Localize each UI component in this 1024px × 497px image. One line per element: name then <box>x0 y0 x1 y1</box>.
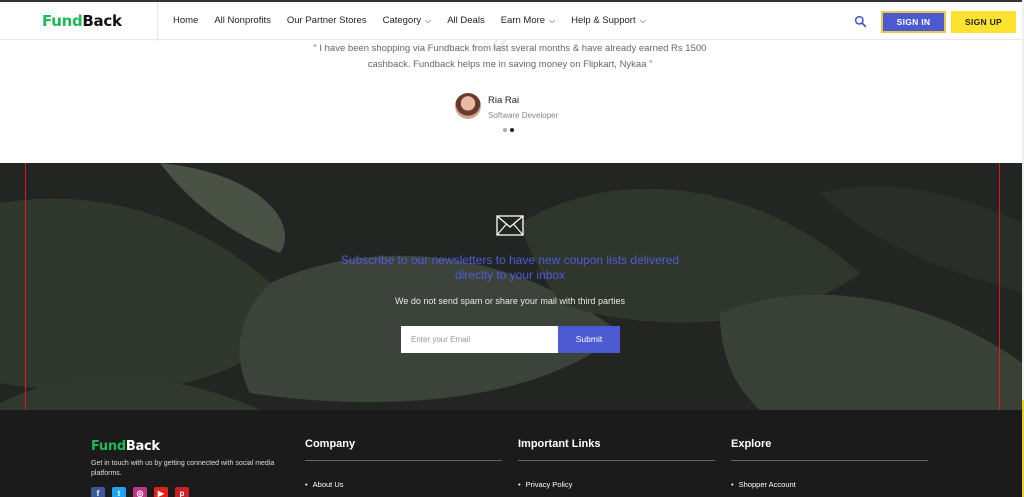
nav-all-nonprofits-label: All Nonprofits <box>214 15 271 26</box>
footer-col-explore-title: Explore <box>731 438 772 450</box>
avatar <box>455 93 481 119</box>
newsletter-subtitle: We do not send spam or share your mail w… <box>395 296 625 306</box>
sign-in-button[interactable]: SIGN IN <box>881 11 946 33</box>
footer-col-company-title: Company <box>305 438 356 450</box>
carousel-dot-1[interactable] <box>503 128 507 132</box>
logo-part-fund: Fund <box>42 12 83 30</box>
envelope-icon <box>496 215 524 236</box>
chevron-down-icon: ⌵ <box>425 16 432 25</box>
facebook-icon[interactable]: f <box>91 487 105 497</box>
submit-button[interactable]: Submit <box>558 326 620 353</box>
nav-partner-stores[interactable]: Our Partner Stores <box>287 15 367 26</box>
footer-link-about-us[interactable]: About Us <box>305 480 344 489</box>
chevron-down-icon: ⌵ <box>639 16 646 25</box>
instagram-icon[interactable]: ◎ <box>133 487 147 497</box>
newsletter-section: Subscribe to our newsletters to have new… <box>0 163 1022 410</box>
footer-link-privacy-policy[interactable]: Privacy Policy <box>518 480 573 489</box>
leaves-background-image <box>0 163 1022 410</box>
author-role: Software Developer <box>488 111 559 120</box>
site-header: FundBack Home All Nonprofits Our Partner… <box>0 0 1022 42</box>
footer-logo-part-back: Back <box>125 439 160 454</box>
footer-logo-part-fund: Fund <box>91 439 126 454</box>
nav-category[interactable]: Category ⌵ <box>383 15 432 26</box>
footer-col-divider <box>518 460 715 461</box>
carousel-dots <box>503 128 517 132</box>
youtube-icon[interactable]: ▶ <box>154 487 168 497</box>
header-divider <box>157 2 158 42</box>
main-nav: Home All Nonprofits Our Partner Stores C… <box>173 15 662 26</box>
logo-part-back: Back <box>82 12 122 30</box>
search-icon[interactable] <box>854 15 867 28</box>
author-name: Ria Rai <box>488 95 520 106</box>
testimonial-section: “ “ I have been shopping via Fundback fr… <box>0 36 1022 163</box>
nav-home[interactable]: Home <box>173 15 198 26</box>
email-field[interactable] <box>401 326 558 353</box>
chevron-down-icon: ⌵ <box>549 16 556 25</box>
nav-partner-stores-label: Our Partner Stores <box>286 15 367 26</box>
newsletter-title: Subscribe to our newsletters to have new… <box>340 253 680 282</box>
nav-earn-more[interactable]: Earn More ⌵ <box>501 15 555 26</box>
footer-link-shopper-account[interactable]: Shopper Account <box>731 480 796 489</box>
site-footer: FundBack Get in touch with us by getting… <box>0 410 1022 497</box>
nav-help-support[interactable]: Help & Support ⌵ <box>571 15 646 26</box>
nav-category-label: Category <box>382 15 422 26</box>
twitter-icon[interactable]: t <box>112 487 126 497</box>
nav-all-deals[interactable]: All Deals <box>447 15 485 26</box>
nav-help-support-label: Help & Support <box>571 15 636 26</box>
sign-up-button[interactable]: SIGN UP <box>951 11 1016 33</box>
nav-all-deals-label: All Deals <box>447 15 485 26</box>
nav-all-nonprofits[interactable]: All Nonprofits <box>214 15 271 26</box>
footer-col-important-links-title: Important Links <box>518 438 601 450</box>
footer-col-divider <box>305 460 502 461</box>
pinterest-icon[interactable]: p <box>175 487 189 497</box>
social-links: f t ◎ ▶ p <box>91 487 196 497</box>
footer-col-divider <box>731 460 928 461</box>
footer-logo[interactable]: FundBack <box>91 439 160 454</box>
testimonial-quote: “ I have been shopping via Fundback from… <box>313 43 707 70</box>
logo[interactable]: FundBack <box>42 12 122 30</box>
footer-description: Get in touch with us by getting connecte… <box>91 460 275 477</box>
nav-home-label: Home <box>173 15 199 26</box>
nav-earn-more-label: Earn More <box>500 15 546 26</box>
carousel-dot-2[interactable] <box>510 128 514 132</box>
